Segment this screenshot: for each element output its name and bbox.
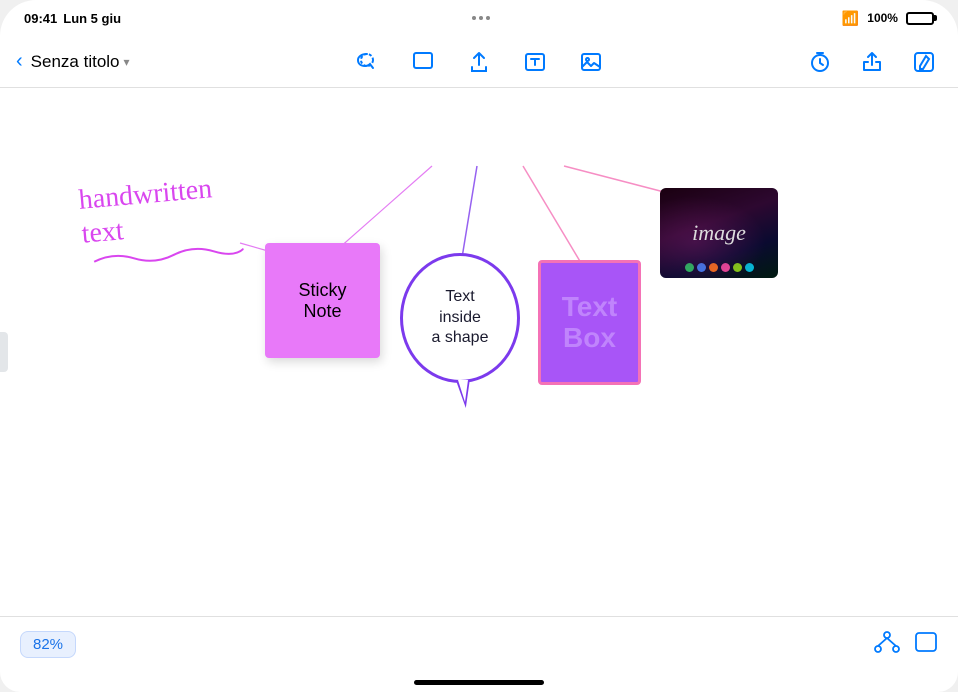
text-box-content: Text Box <box>562 292 618 354</box>
sticky-note-text: StickyNote <box>298 280 346 322</box>
battery-percent: 100% <box>867 11 898 25</box>
handwritten-line1: handwritten <box>77 173 213 216</box>
wifi-icon: 📶 <box>842 10 859 27</box>
speech-bubble-container[interactable]: Textinsidea shape <box>400 253 520 383</box>
status-right: 📶 100% <box>842 10 934 27</box>
status-dots <box>472 16 490 20</box>
handwritten-line2: text <box>80 215 125 250</box>
home-bar <box>0 672 958 692</box>
page-view-button[interactable] <box>914 631 938 659</box>
canvas: handwritten text StickyNote Textinsidea … <box>0 88 958 616</box>
zoom-badge[interactable]: 82% <box>20 631 76 658</box>
speech-bubble-text: Textinsidea shape <box>432 287 489 349</box>
speech-bubble: Textinsidea shape <box>400 253 520 383</box>
title-chevron: ▾ <box>124 55 130 69</box>
status-date: Lun 5 giu <box>63 11 121 26</box>
toolbar-right <box>802 44 942 80</box>
sticky-note[interactable]: StickyNote <box>265 243 380 358</box>
document-title[interactable]: Senza titolo ▾ <box>31 52 130 72</box>
hierarchy-button[interactable] <box>874 631 900 659</box>
toolbar: ‹ Senza titolo ▾ <box>0 36 958 88</box>
handwritten-text: handwritten text <box>77 172 216 251</box>
back-button[interactable]: ‹ <box>16 50 23 73</box>
home-indicator <box>414 680 544 685</box>
upload-button[interactable] <box>461 44 497 80</box>
battery-icon <box>906 12 934 25</box>
lasso-tool-button[interactable] <box>349 44 385 80</box>
image-box[interactable]: image <box>660 188 778 278</box>
text-box[interactable]: Text Box <box>538 260 641 385</box>
text-box-line1: Text <box>562 291 618 322</box>
insert-shape-button[interactable] <box>405 44 441 80</box>
title-text: Senza titolo <box>31 52 120 72</box>
toolbar-center <box>349 44 609 80</box>
bottom-bar: 82% <box>0 616 958 672</box>
image-text: image <box>692 220 746 246</box>
image-insert-button[interactable] <box>573 44 609 80</box>
left-edge-handle <box>0 332 8 372</box>
status-bar: 09:41 Lun 5 giu 📶 100% <box>0 0 958 36</box>
share-button[interactable] <box>854 44 890 80</box>
status-time: 09:41 <box>24 11 57 26</box>
text-box-line2: Box <box>563 322 616 353</box>
edit-button[interactable] <box>906 44 942 80</box>
text-insert-button[interactable] <box>517 44 553 80</box>
timer-button[interactable] <box>802 44 838 80</box>
bottom-right-icons <box>874 631 938 659</box>
